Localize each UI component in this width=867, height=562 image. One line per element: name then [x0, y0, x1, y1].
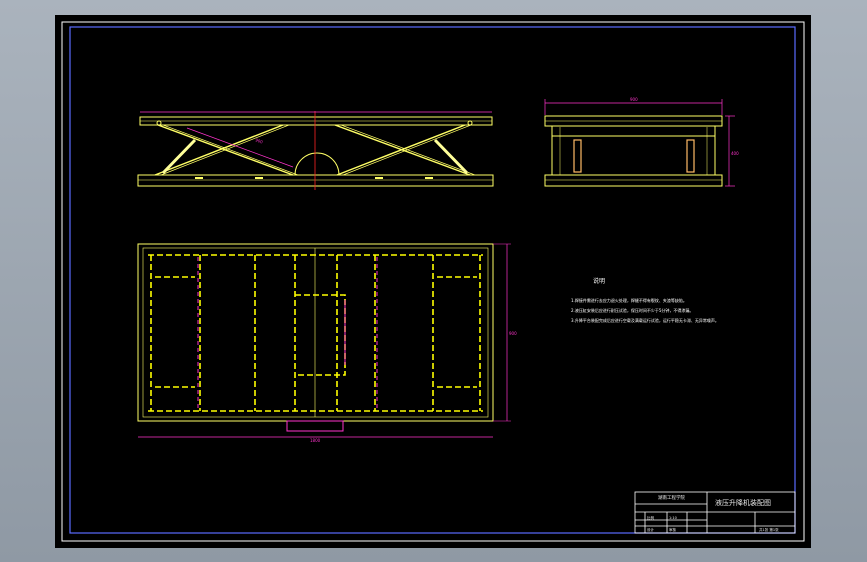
notes-line-3: 3.升降平台装配完成后应进行空载及满载运行试验，运行平稳无卡滞、无异常噪声。 [571, 317, 719, 323]
side-height-dim-text: 400 [731, 151, 739, 156]
left-arm-b [154, 124, 284, 176]
side-cylinder-left [573, 139, 582, 173]
top-pin-left [156, 120, 162, 126]
front-dimensions [140, 111, 492, 168]
right-arm-a-edge [340, 124, 476, 176]
center-pivot-arc [294, 152, 340, 176]
right-arm-b-edge [342, 124, 472, 176]
front-arm-dim-text: 900 [255, 137, 264, 144]
outer-border [61, 21, 805, 542]
plan-width-dim-text: 900 [509, 331, 517, 336]
notes-line-1: 1.焊接件需进行去应力退火处理，焊缝不得有裂纹、夹渣等缺陷。 [571, 297, 687, 303]
side-width-dim-text: 900 [630, 97, 638, 102]
plan-bottom-tab [286, 420, 344, 432]
title-block-checked: 审核 [669, 527, 677, 532]
title-block-scale-value: 1:10 [669, 516, 677, 520]
side-cylinders [573, 139, 695, 173]
notes-line-2: 2.液压缸安装后应进行耐压试验，保压时间不少于5分钟，不得渗漏。 [571, 307, 693, 313]
plan-outer-frame [137, 243, 494, 422]
plan-inner-frame [142, 247, 489, 418]
drawing-canvas: 900 900 400 1800 900 说明 1.焊接件需进行去应力退火处理，… [61, 21, 805, 542]
side-view [544, 115, 723, 187]
title-block-org: 湖南工程学院 [658, 494, 685, 501]
plan-length-dim-text: 1800 [310, 438, 321, 443]
front-arm-dim-line [186, 127, 294, 168]
notes-title: 说明 [593, 277, 605, 285]
title-block-sheet: 共1张 第1张 [759, 527, 779, 532]
front-base-frame [137, 174, 494, 187]
title-block-drawing-title: 液压升降机装配图 [715, 498, 771, 507]
plan-magenta-marks [138, 243, 511, 438]
front-view [137, 116, 494, 187]
drawing-sheet: 900 900 400 1800 900 说明 1.焊接件需进行去应力退火处理，… [55, 15, 811, 548]
side-base-frame [544, 174, 723, 187]
side-cylinder-right [686, 139, 695, 173]
plan-view [137, 243, 494, 422]
title-block-drawn: 设计 [647, 527, 655, 532]
top-pin-right [467, 120, 473, 126]
title-block-scale-label: 比例 [647, 515, 655, 520]
